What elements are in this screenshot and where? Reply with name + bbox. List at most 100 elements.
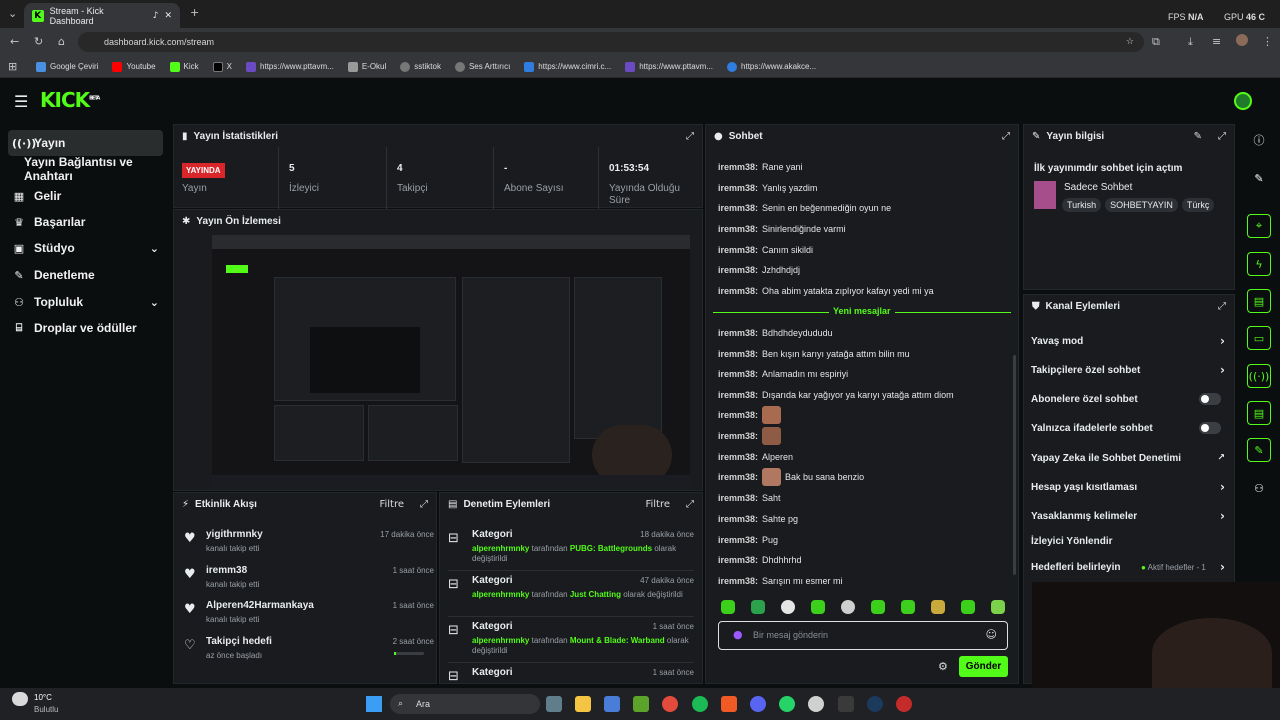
document-icon[interactable]: ▤: [1247, 289, 1271, 313]
chat-username[interactable]: iremm38:: [718, 535, 758, 545]
chrome-icon[interactable]: [662, 696, 678, 712]
chat-username[interactable]: iremm38:: [718, 576, 758, 586]
discord-icon[interactable]: [750, 696, 766, 712]
broadcast-icon[interactable]: ((·)): [1247, 364, 1271, 388]
speaker-icon[interactable]: ♪: [153, 11, 159, 21]
chat-username[interactable]: iremm38:: [718, 431, 758, 441]
chat-username[interactable]: iremm38:: [718, 555, 758, 565]
bookmark-star-icon[interactable]: ☆: [1126, 37, 1134, 47]
chat-username[interactable]: iremm38:: [718, 369, 758, 379]
edit-pencil-icon[interactable]: ✎: [1194, 131, 1202, 142]
chat-username[interactable]: iremm38:: [718, 286, 758, 296]
emote-picker-item[interactable]: [991, 600, 1005, 614]
steam-icon[interactable]: [867, 696, 883, 712]
new-tab-icon[interactable]: +: [190, 6, 199, 19]
chat-username[interactable]: iremm38:: [718, 493, 758, 503]
sidebar-item-studio[interactable]: ▣ Stüdyo ⌄: [8, 235, 163, 261]
bookmark-item[interactable]: https://www.pttavm...: [246, 61, 334, 72]
reload-icon[interactable]: ↻: [34, 35, 43, 48]
home-icon[interactable]: ⌂: [58, 35, 65, 48]
store-icon[interactable]: [604, 696, 620, 712]
bookmark-item[interactable]: Google Çeviri: [36, 61, 98, 72]
emote-picker-item[interactable]: [931, 600, 945, 614]
hamburger-menu-icon[interactable]: ☰: [14, 92, 28, 111]
chat-settings-gear-icon[interactable]: ⚙: [938, 660, 948, 673]
chat-username[interactable]: iremm38:: [718, 183, 758, 193]
sidebar-item-achievements[interactable]: ♛ Başarılar: [8, 209, 163, 235]
emoji-icon[interactable]: ☺: [986, 628, 997, 641]
profile-avatar[interactable]: [1236, 34, 1248, 46]
emote-picker-item[interactable]: [871, 600, 885, 614]
edit-icon[interactable]: ✎: [1247, 166, 1271, 190]
spotify-icon[interactable]: [692, 696, 708, 712]
moderation-log-icon[interactable]: ▤: [1247, 401, 1271, 425]
action-ai-moderation[interactable]: Yapay Zeka ile Sohbet Denetimi ↗: [1031, 449, 1231, 467]
chat-username[interactable]: iremm38:: [718, 472, 758, 482]
emote-picker-item[interactable]: [841, 600, 855, 614]
subscribers-only-toggle[interactable]: [1199, 393, 1221, 405]
kick-logo[interactable]: KICKBETA: [40, 88, 100, 112]
expand-icon[interactable]: ⤢: [1002, 131, 1010, 142]
bookmark-item[interactable]: https://www.akakce...: [727, 61, 816, 72]
bookmark-item[interactable]: https://www.cimri.c...: [524, 61, 611, 72]
expand-icon[interactable]: ⤢: [1218, 301, 1226, 312]
expand-icon[interactable]: ⤢: [1218, 131, 1226, 142]
sidebar-item-moderation[interactable]: ✎ Denetleme: [8, 262, 163, 288]
tab-list-icon[interactable]: ⌄: [8, 7, 17, 20]
chat-username[interactable]: iremm38:: [718, 514, 758, 524]
tag-chip[interactable]: Turkish: [1062, 198, 1102, 212]
tag-chip[interactable]: SOHBETYAYIN: [1105, 198, 1178, 212]
epic-games-icon[interactable]: [838, 696, 854, 712]
app-icon[interactable]: [721, 696, 737, 712]
emote-picker-item[interactable]: [751, 600, 765, 614]
back-icon[interactable]: ←: [10, 35, 19, 48]
sidebar-item-drops[interactable]: ⌸ Droplar ve ödüller: [8, 315, 163, 341]
sidebar-item-revenue[interactable]: ▦ Gelir: [8, 183, 163, 209]
community-icon[interactable]: ⚇: [1247, 476, 1271, 500]
activity-user[interactable]: Alperen42Harmankaya: [206, 600, 314, 611]
chatgpt-icon[interactable]: [808, 696, 824, 712]
bookmark-item[interactable]: X: [212, 61, 232, 72]
close-tab-icon[interactable]: ✕: [164, 11, 172, 21]
chat-username[interactable]: iremm38:: [718, 328, 758, 338]
emote-picker-item[interactable]: [781, 600, 795, 614]
obs-icon[interactable]: [896, 696, 912, 712]
chat-scrollbar[interactable]: [1013, 355, 1016, 575]
action-raid[interactable]: İzleyici Yönlendir: [1031, 532, 1231, 550]
info-icon[interactable]: ⓘ: [1247, 128, 1271, 152]
bookmark-item[interactable]: https://www.pttavm...: [625, 61, 713, 72]
sidebar-item-stream[interactable]: ((·)) Yayın: [8, 130, 163, 156]
action-followers-only[interactable]: Takipçilere özel sohbet ›: [1031, 361, 1231, 379]
nvidia-icon[interactable]: [633, 696, 649, 712]
send-button[interactable]: Gönder: [959, 656, 1008, 677]
action-set-goals[interactable]: Hedefleri belirleyin ● Aktif hedefler - …: [1031, 558, 1231, 576]
sidebar-item-stream-key[interactable]: Yayın Bağlantısı ve Anahtarı: [8, 155, 163, 183]
action-banned-words[interactable]: Yasaklanmış kelimeler ›: [1031, 507, 1231, 525]
taskbar-search[interactable]: ⌕ Ara: [390, 694, 540, 714]
wrench-icon[interactable]: ✎: [1247, 438, 1271, 462]
chat-input-box[interactable]: ● Bir mesaj gönderin ☺: [718, 621, 1008, 650]
chat-username[interactable]: iremm38:: [718, 224, 758, 234]
file-explorer-icon[interactable]: [575, 696, 591, 712]
chat-username[interactable]: iremm38:: [718, 349, 758, 359]
weather-temp[interactable]: 10°C: [34, 693, 52, 702]
emote-picker-item[interactable]: [901, 600, 915, 614]
windows-start-icon[interactable]: [366, 696, 382, 712]
chat-username[interactable]: iremm38:: [718, 265, 758, 275]
apps-grid-icon[interactable]: ⊞: [8, 60, 17, 73]
chat-username[interactable]: iremm38:: [718, 410, 758, 420]
chat-username[interactable]: iremm38:: [718, 452, 758, 462]
url-field[interactable]: dashboard.kick.com/stream ☆: [78, 32, 1144, 52]
chat-bubble-icon[interactable]: ▭: [1247, 326, 1271, 350]
emote-picker-item[interactable]: [721, 600, 735, 614]
activity-user[interactable]: yigithrmnky: [206, 529, 263, 540]
weather-icon[interactable]: [12, 692, 28, 706]
chat-username[interactable]: iremm38:: [718, 245, 758, 255]
bookmark-item[interactable]: sstiktok: [400, 61, 441, 72]
browser-menu-icon[interactable]: ⋮: [1262, 35, 1273, 48]
user-avatar[interactable]: [1234, 92, 1252, 110]
filter-button[interactable]: Filtre: [645, 499, 670, 510]
extensions-icon[interactable]: ⧉: [1152, 35, 1160, 49]
lightning-icon[interactable]: ϟ: [1247, 252, 1271, 276]
bookmark-item[interactable]: E-Okul: [347, 61, 386, 72]
